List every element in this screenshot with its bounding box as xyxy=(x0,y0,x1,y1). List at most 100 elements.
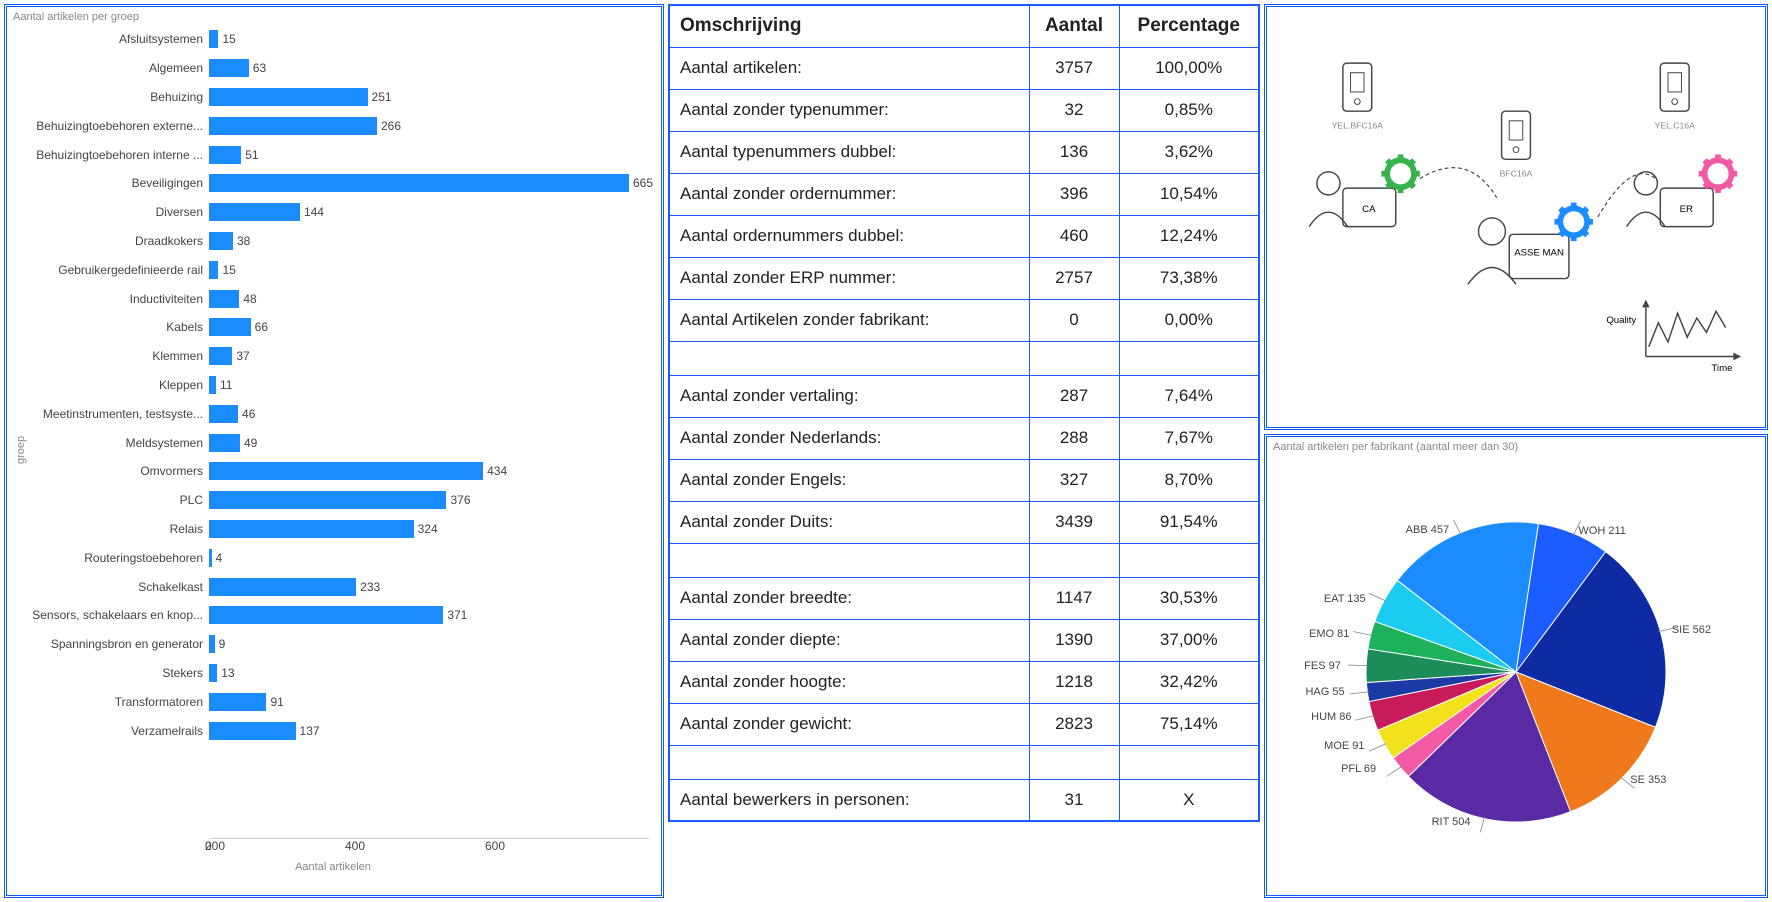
bar xyxy=(209,491,446,509)
bar-category-label: Relais xyxy=(13,522,203,536)
bar-category-label: Behuizingtoebehoren interne ... xyxy=(13,148,203,162)
pie-chart-title: Aantal artikelen per fabrikant (aantal m… xyxy=(1273,441,1759,455)
bar-category-label: Sensors, schakelaars en knop... xyxy=(13,608,203,622)
table-cell-desc: Aantal zonder typenummer: xyxy=(669,89,1029,131)
bar xyxy=(209,203,300,221)
bar-value-label: 251 xyxy=(372,90,392,104)
pie-leader-line xyxy=(1350,692,1370,694)
table-cell-count: 2823 xyxy=(1029,703,1119,745)
table-row xyxy=(669,745,1259,779)
person-monitor-icon: ER xyxy=(1627,172,1714,227)
bar-category-label: Behuizing xyxy=(13,90,203,104)
pie-slice-label: WOH 211 xyxy=(1578,525,1625,537)
person-monitor-icon: ASSE MAN xyxy=(1468,218,1569,284)
table-cell-desc: Aantal ordernummers dubbel: xyxy=(669,215,1029,257)
table-cell-desc: Aantal zonder vertaling: xyxy=(669,375,1029,417)
bar-row: PLC376 xyxy=(209,486,653,515)
bar-value-label: 49 xyxy=(244,436,257,450)
bar-row: Schakelkast233 xyxy=(209,572,653,601)
breaker-label: YEL.C16A xyxy=(1655,121,1696,131)
bar-value-label: 137 xyxy=(300,724,320,738)
table-cell-pct: 73,38% xyxy=(1119,257,1259,299)
bar xyxy=(209,520,414,538)
bar-value-label: 66 xyxy=(255,320,268,334)
bar xyxy=(209,376,216,394)
bar-chart-title: Aantal artikelen per groep xyxy=(13,11,655,25)
table-blank-cell xyxy=(669,341,1029,375)
person-monitor-icon: CA xyxy=(1309,172,1396,227)
bar xyxy=(209,146,241,164)
table-cell-count: 32 xyxy=(1029,89,1119,131)
pie-slice-label: RIT 504 xyxy=(1432,816,1471,828)
bar xyxy=(209,59,249,77)
table-cell-desc: Aantal zonder gewicht: xyxy=(669,703,1029,745)
table-row: Aantal zonder vertaling:2877,64% xyxy=(669,375,1259,417)
bar xyxy=(209,606,443,624)
bar-row: Transformatoren91 xyxy=(209,687,653,716)
bar xyxy=(209,434,240,452)
table-cell-count: 2757 xyxy=(1029,257,1119,299)
bar-value-label: 15 xyxy=(222,32,235,46)
table-cell-desc: Aantal zonder Duits: xyxy=(669,501,1029,543)
bar-row: Klemmen37 xyxy=(209,342,653,371)
table-cell-count: 1390 xyxy=(1029,619,1119,661)
table-blank-cell xyxy=(669,745,1029,779)
bar-category-label: Spanningsbron en generator xyxy=(13,637,203,651)
table-cell-count: 136 xyxy=(1029,131,1119,173)
gear-icon xyxy=(1554,203,1592,241)
bar xyxy=(209,462,483,480)
bar-value-label: 324 xyxy=(418,522,438,536)
bar-row: Algemeen63 xyxy=(209,54,653,83)
bar-row: Kleppen11 xyxy=(209,371,653,400)
pie-slice-label: ABB 457 xyxy=(1406,524,1449,536)
breaker-icon xyxy=(1660,63,1689,111)
bar-category-label: Omvormers xyxy=(13,464,203,478)
pie-slice-label: SIE 562 xyxy=(1672,624,1711,636)
table-cell-count: 3757 xyxy=(1029,47,1119,89)
table-cell-count: 0 xyxy=(1029,299,1119,341)
pie-slice-label: MOE 91 xyxy=(1324,740,1364,752)
table-row: Aantal Artikelen zonder fabrikant:00,00% xyxy=(669,299,1259,341)
bar xyxy=(209,578,356,596)
bar-category-label: Kleppen xyxy=(13,378,203,392)
pie-leader-line xyxy=(1369,744,1387,752)
table-row: Aantal zonder gewicht:282375,14% xyxy=(669,703,1259,745)
bar-category-label: Schakelkast xyxy=(13,580,203,594)
pie-slice-label: FES 97 xyxy=(1304,660,1341,672)
bar-row: Meetinstrumenten, testsyste...46 xyxy=(209,399,653,428)
bar-category-label: Stekers xyxy=(13,666,203,680)
bar-row: Inductiviteiten48 xyxy=(209,284,653,313)
bar-value-label: 266 xyxy=(381,119,401,133)
bar-value-label: 13 xyxy=(221,666,234,680)
bar xyxy=(209,88,368,106)
bar-chart: groep Afsluitsystemen15Algemeen63Behuizi… xyxy=(13,25,653,875)
gear-icon xyxy=(1381,154,1419,192)
summary-table: Omschrijving Aantal Percentage Aantal ar… xyxy=(668,4,1260,822)
table-cell-count: 327 xyxy=(1029,459,1119,501)
table-cell-desc: Aantal Artikelen zonder fabrikant: xyxy=(669,299,1029,341)
bar-category-label: Draadkokers xyxy=(13,234,203,248)
table-row: Aantal zonder breedte:114730,53% xyxy=(669,577,1259,619)
header-desc: Omschrijving xyxy=(669,5,1029,47)
bar-category-label: Afsluitsystemen xyxy=(13,32,203,46)
table-cell-count: 460 xyxy=(1029,215,1119,257)
pie-slice-label: HUM 86 xyxy=(1311,711,1351,723)
bar-row: Meldsystemen49 xyxy=(209,428,653,457)
pie-leader-line xyxy=(1348,665,1368,666)
bar-category-label: Beveiligingen xyxy=(13,176,203,190)
table-row: Aantal artikelen:3757100,00% xyxy=(669,47,1259,89)
table-blank-cell xyxy=(1029,543,1119,577)
x-tick: 400 xyxy=(345,839,485,853)
bar xyxy=(209,117,377,135)
bar-value-label: 48 xyxy=(243,292,256,306)
table-cell-count: 396 xyxy=(1029,173,1119,215)
bar-row: Kabels66 xyxy=(209,313,653,342)
table-row: Aantal zonder Duits:343991,54% xyxy=(669,501,1259,543)
bar xyxy=(209,693,266,711)
svg-text:CA: CA xyxy=(1362,204,1376,215)
breaker-label: BFC16A xyxy=(1500,169,1533,179)
pie-leader-line xyxy=(1453,520,1460,535)
table-cell-desc: Aantal bewerkers in personen: xyxy=(669,779,1029,821)
bar-row: Spanningsbron en generator9 xyxy=(209,630,653,659)
table-cell-pct: 12,24% xyxy=(1119,215,1259,257)
